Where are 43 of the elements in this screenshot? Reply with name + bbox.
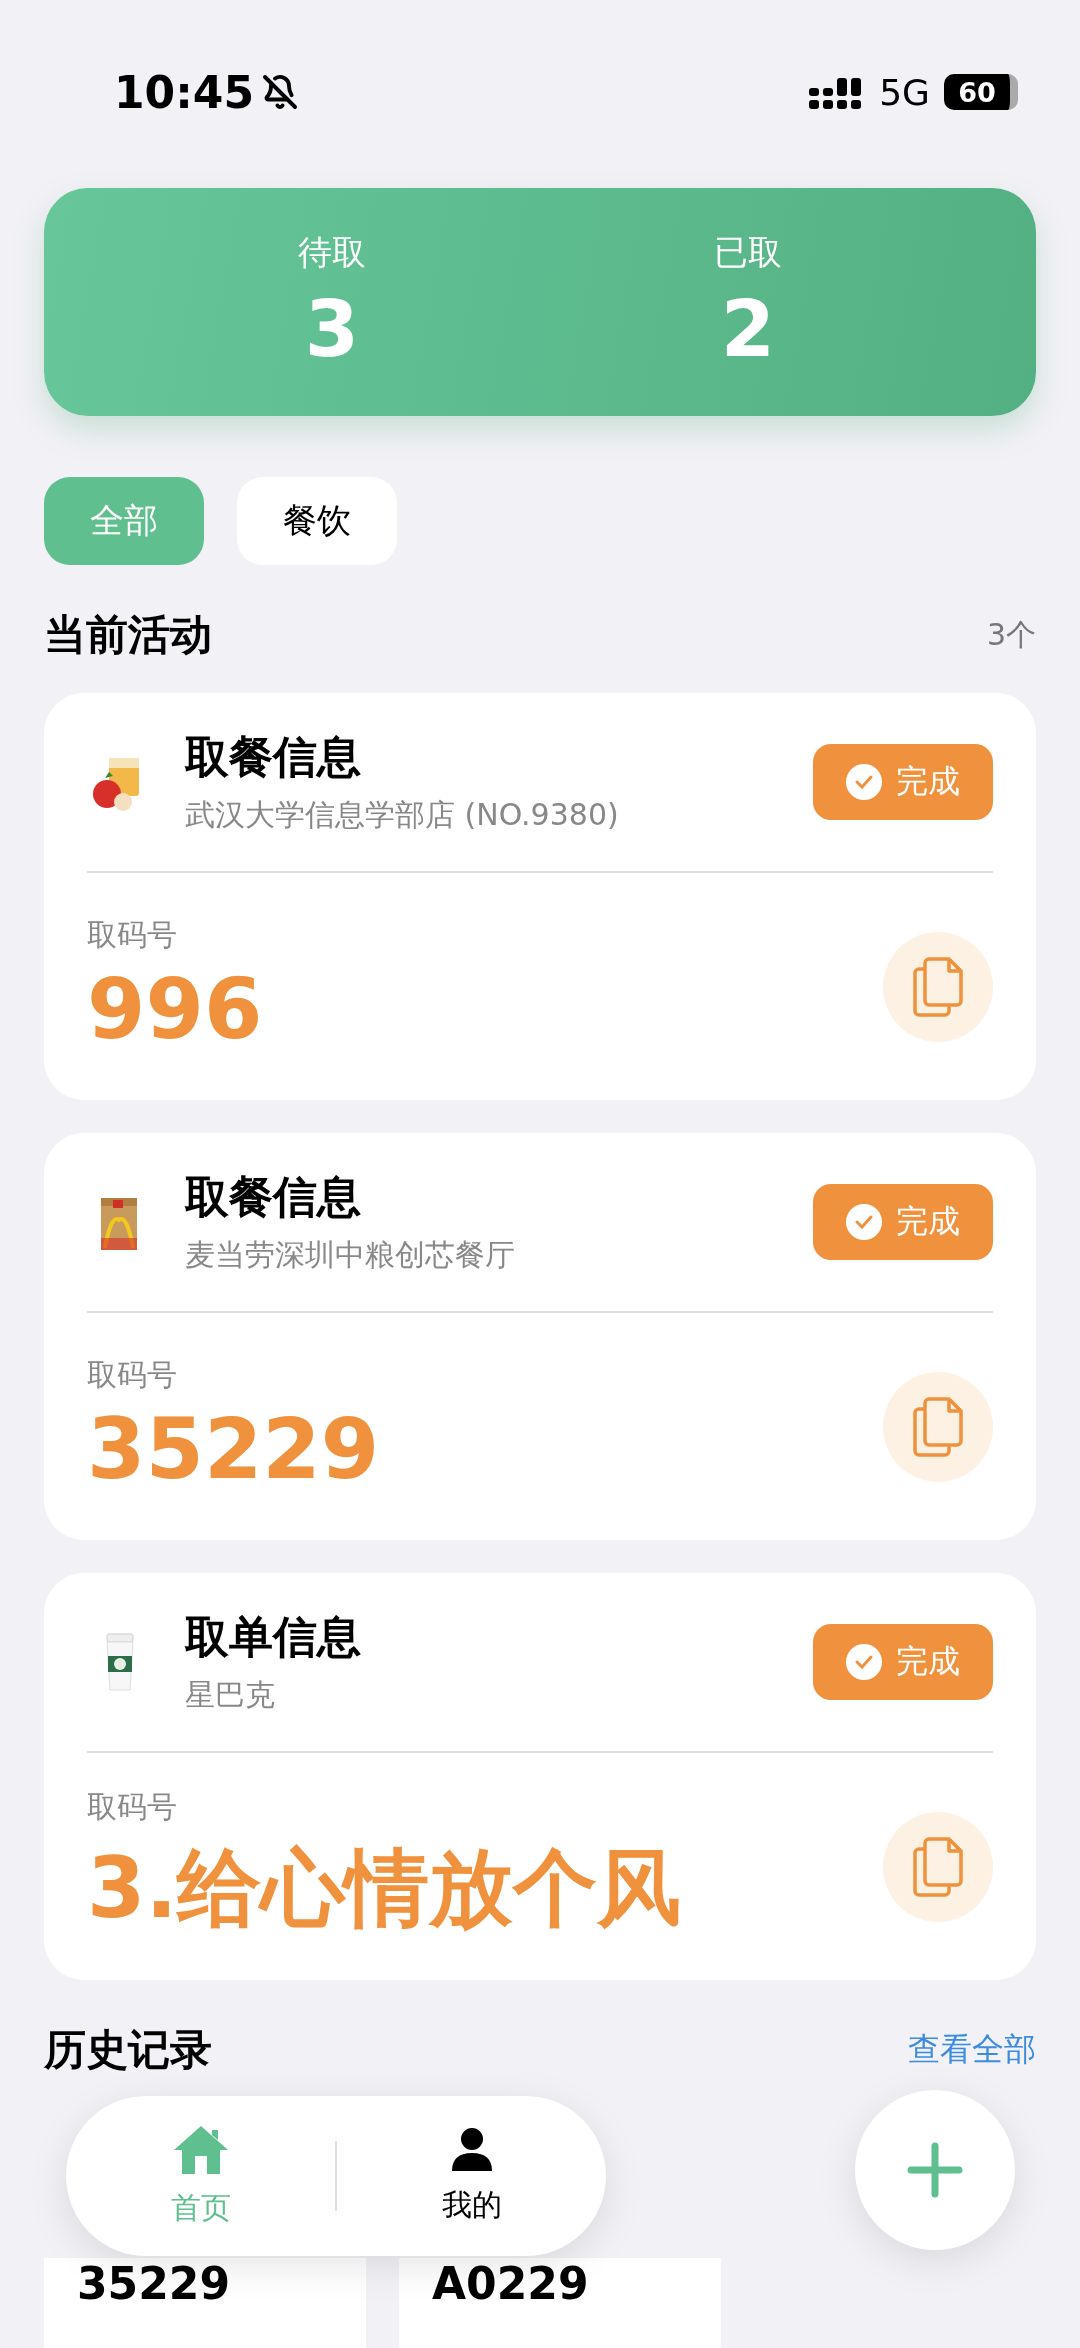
tab-item[interactable]: 我的 (337, 2125, 606, 2227)
done-button[interactable]: 完成 (813, 744, 993, 820)
bell-off-icon (262, 74, 299, 110)
history-card[interactable]: 35229 (44, 2258, 366, 2348)
filter-chip[interactable]: 全部 (44, 477, 204, 565)
copy-icon (911, 954, 965, 1019)
view-all-link[interactable]: 查看全部 (908, 2028, 1036, 2072)
activity-count: 3个 (986, 615, 1036, 654)
history-card[interactable]: A0229 (399, 2258, 721, 2348)
order-title: 取餐信息 (185, 730, 362, 784)
code-label: 取码号 (87, 1788, 178, 1826)
code-label: 取码号 (87, 916, 178, 954)
store-name: 星巴克 (185, 1676, 276, 1714)
status-time: 10:45 (114, 66, 255, 118)
copy-icon (911, 1834, 965, 1899)
summary-count: 2 (720, 284, 776, 374)
summary-label: 已取 (714, 231, 782, 274)
pickup-code: 996 (87, 960, 263, 1058)
done-button[interactable]: 完成 (813, 1184, 993, 1260)
store-name: 麦当劳深圳中粮创芯餐厅 (185, 1236, 516, 1274)
order-title: 取餐信息 (185, 1170, 362, 1224)
check-icon (846, 1204, 882, 1240)
store-name: 武汉大学信息学部店 (NO.9380) (185, 796, 620, 834)
code-label: 取码号 (87, 1356, 178, 1394)
pickup-code: 35229 (87, 1400, 380, 1498)
check-icon (846, 1644, 882, 1680)
section-title: 历史记录 (44, 2024, 212, 2076)
plus-icon (907, 2142, 963, 2198)
copy-icon (911, 1394, 965, 1459)
filter-chip[interactable]: 餐饮 (237, 477, 397, 565)
check-icon (846, 764, 882, 800)
history-code: 35229 (77, 2258, 232, 2309)
section-title: 当前活动 (44, 609, 212, 661)
order-title: 取单信息 (185, 1610, 362, 1664)
history-code: A0229 (432, 2258, 590, 2309)
battery-indicator: 60 (944, 74, 1018, 110)
summary-label: 待取 (298, 231, 366, 274)
network-label: 5G (879, 71, 930, 113)
summary-count: 3 (304, 284, 360, 374)
pickup-code: 3.给心情放个风 (87, 1838, 682, 1939)
person-icon (449, 2126, 494, 2173)
done-button[interactable]: 完成 (813, 1624, 993, 1700)
tab-item[interactable]: 首页 (66, 2122, 335, 2230)
